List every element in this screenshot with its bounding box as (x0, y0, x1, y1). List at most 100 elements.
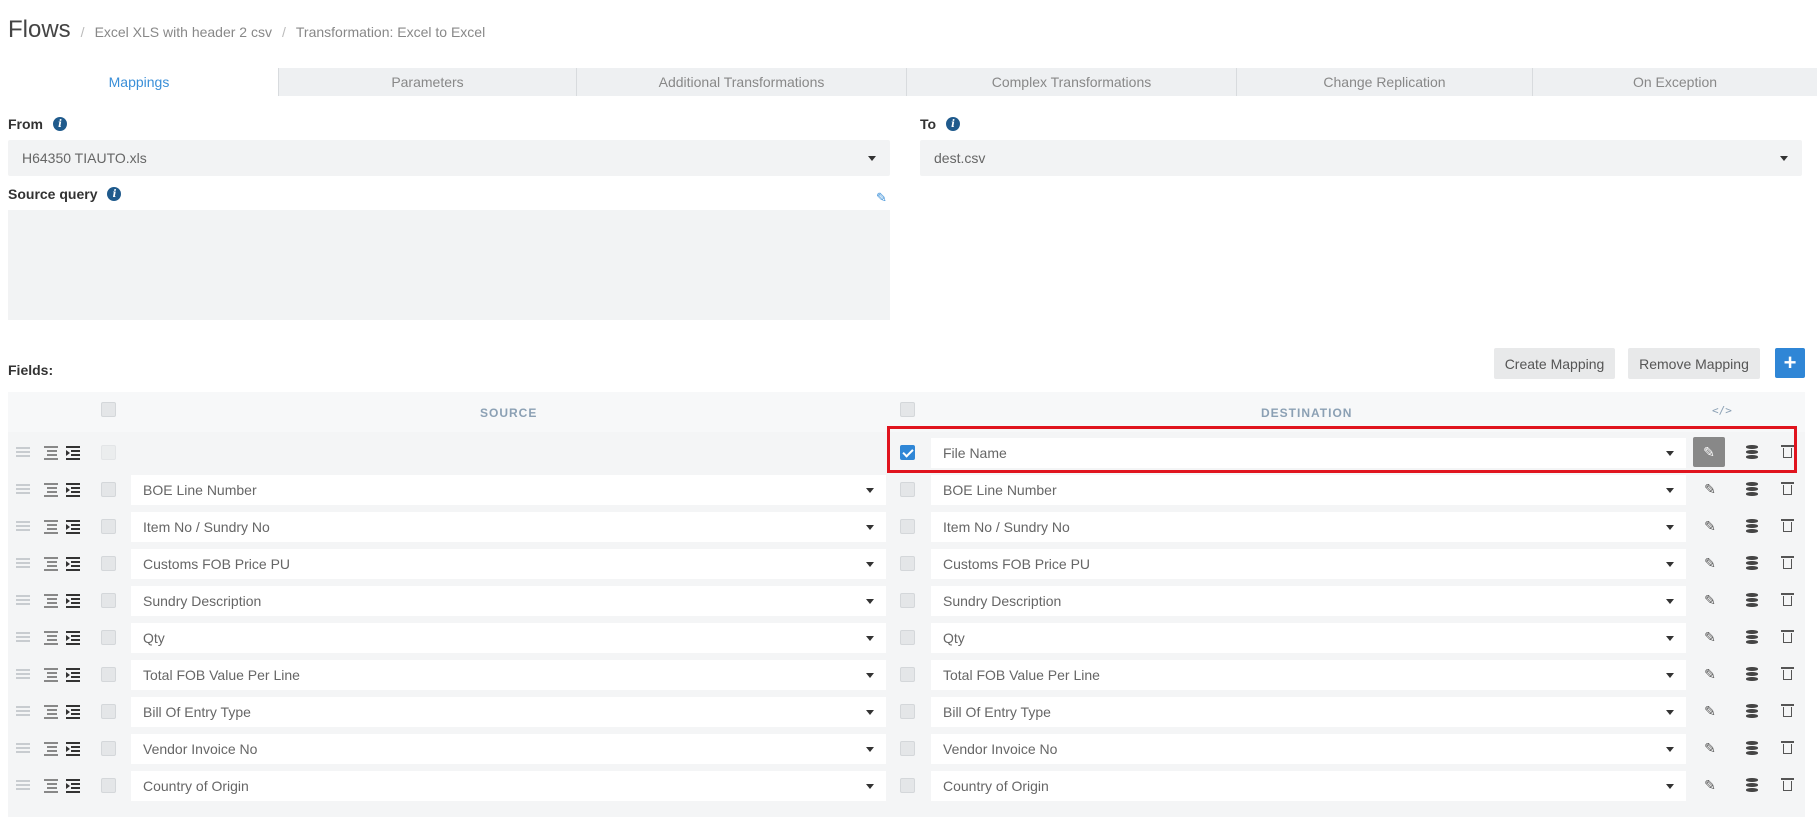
source-field-select[interactable]: Vendor Invoice No (131, 734, 886, 764)
drag-handle-icon[interactable] (16, 558, 30, 568)
database-icon[interactable] (1746, 556, 1758, 572)
database-icon[interactable] (1746, 704, 1758, 720)
outdent-icon[interactable] (44, 446, 59, 460)
code-icon[interactable]: </> (1712, 404, 1732, 417)
breadcrumb-flow[interactable]: Excel XLS with header 2 csv (95, 24, 272, 40)
tab-mappings[interactable]: Mappings (0, 68, 278, 96)
outdent-icon[interactable] (44, 557, 59, 571)
database-icon[interactable] (1746, 741, 1758, 757)
source-row-checkbox[interactable] (101, 519, 116, 534)
tab-change-replication[interactable]: Change Replication (1236, 68, 1532, 96)
outdent-icon[interactable] (44, 631, 59, 645)
select-all-destination-checkbox[interactable] (900, 402, 915, 417)
outdent-icon[interactable] (44, 483, 59, 497)
outdent-icon[interactable] (44, 705, 59, 719)
source-row-checkbox[interactable] (101, 445, 116, 460)
destination-field-select[interactable]: Bill Of Entry Type (931, 697, 1686, 727)
outdent-icon[interactable] (44, 742, 59, 756)
trash-icon[interactable] (1781, 482, 1794, 496)
trash-icon[interactable] (1781, 630, 1794, 644)
source-row-checkbox[interactable] (101, 778, 116, 793)
info-icon[interactable]: i (53, 117, 67, 131)
edit-icon[interactable]: ✎ (1693, 437, 1725, 467)
create-mapping-button[interactable]: Create Mapping (1494, 348, 1615, 379)
destination-row-checkbox[interactable] (900, 482, 915, 497)
trash-icon[interactable] (1781, 556, 1794, 570)
database-icon[interactable] (1746, 667, 1758, 683)
source-row-checkbox[interactable] (101, 667, 116, 682)
trash-icon[interactable] (1781, 593, 1794, 607)
destination-field-select[interactable]: Customs FOB Price PU (931, 549, 1686, 579)
remove-mapping-button[interactable]: Remove Mapping (1628, 348, 1760, 379)
destination-field-select[interactable]: Vendor Invoice No (931, 734, 1686, 764)
outdent-icon[interactable] (44, 594, 59, 608)
drag-handle-icon[interactable] (16, 706, 30, 716)
drag-handle-icon[interactable] (16, 484, 30, 494)
indent-icon[interactable] (66, 705, 81, 719)
drag-handle-icon[interactable] (16, 447, 30, 457)
source-field-select[interactable]: Qty (131, 623, 886, 653)
source-row-checkbox[interactable] (101, 593, 116, 608)
tab-on-exception[interactable]: On Exception (1532, 68, 1817, 96)
trash-icon[interactable] (1781, 519, 1794, 533)
tab-additional-transformations[interactable]: Additional Transformations (576, 68, 906, 96)
source-field-select[interactable]: Sundry Description (131, 586, 886, 616)
info-icon[interactable]: i (107, 187, 122, 201)
drag-handle-icon[interactable] (16, 632, 30, 642)
source-row-checkbox[interactable] (101, 704, 116, 719)
indent-icon[interactable] (66, 594, 81, 608)
destination-field-select[interactable]: Country of Origin (931, 771, 1686, 801)
outdent-icon[interactable] (44, 520, 59, 534)
trash-icon[interactable] (1781, 667, 1794, 681)
source-field-select[interactable]: Bill Of Entry Type (131, 697, 886, 727)
info-icon[interactable]: i (946, 117, 961, 131)
source-row-checkbox[interactable] (101, 630, 116, 645)
destination-row-checkbox[interactable] (900, 445, 915, 460)
drag-handle-icon[interactable] (16, 521, 30, 531)
edit-icon[interactable]: ✎ (1700, 555, 1720, 572)
source-row-checkbox[interactable] (101, 556, 116, 571)
trash-icon[interactable] (1781, 778, 1794, 792)
edit-icon[interactable]: ✎ (1700, 518, 1720, 535)
source-field-select[interactable]: Total FOB Value Per Line (131, 660, 886, 690)
source-row-checkbox[interactable] (101, 741, 116, 756)
edit-query-icon[interactable]: ✎ (876, 190, 887, 206)
indent-icon[interactable] (66, 483, 81, 497)
destination-field-select[interactable]: Item No / Sundry No (931, 512, 1686, 542)
edit-icon[interactable]: ✎ (1700, 777, 1720, 794)
destination-row-checkbox[interactable] (900, 556, 915, 571)
database-icon[interactable] (1746, 630, 1758, 646)
edit-icon[interactable]: ✎ (1700, 703, 1720, 720)
select-all-source-checkbox[interactable] (101, 402, 116, 417)
destination-row-checkbox[interactable] (900, 741, 915, 756)
destination-field-select[interactable]: File Name (931, 438, 1686, 468)
drag-handle-icon[interactable] (16, 595, 30, 605)
destination-field-select[interactable]: Total FOB Value Per Line (931, 660, 1686, 690)
from-select[interactable]: H64350 TIAUTO.xls (8, 140, 890, 176)
source-field-select[interactable]: Customs FOB Price PU (131, 549, 886, 579)
destination-row-checkbox[interactable] (900, 593, 915, 608)
indent-icon[interactable] (66, 557, 81, 571)
indent-icon[interactable] (66, 779, 81, 793)
trash-icon[interactable] (1781, 704, 1794, 718)
database-icon[interactable] (1746, 778, 1758, 794)
destination-field-select[interactable]: Sundry Description (931, 586, 1686, 616)
edit-icon[interactable]: ✎ (1700, 740, 1720, 757)
database-icon[interactable] (1746, 519, 1758, 535)
indent-icon[interactable] (66, 446, 81, 460)
database-icon[interactable] (1746, 593, 1758, 609)
tab-parameters[interactable]: Parameters (278, 68, 576, 96)
destination-field-select[interactable]: BOE Line Number (931, 475, 1686, 505)
source-field-select[interactable]: BOE Line Number (131, 475, 886, 505)
source-field-select[interactable]: Country of Origin (131, 771, 886, 801)
edit-icon[interactable]: ✎ (1700, 592, 1720, 609)
outdent-icon[interactable] (44, 668, 59, 682)
add-field-button[interactable]: + (1775, 348, 1805, 378)
source-row-checkbox[interactable] (101, 482, 116, 497)
to-select[interactable]: dest.csv (920, 140, 1802, 176)
drag-handle-icon[interactable] (16, 669, 30, 679)
outdent-icon[interactable] (44, 779, 59, 793)
drag-handle-icon[interactable] (16, 743, 30, 753)
indent-icon[interactable] (66, 668, 81, 682)
tab-complex-transformations[interactable]: Complex Transformations (906, 68, 1236, 96)
